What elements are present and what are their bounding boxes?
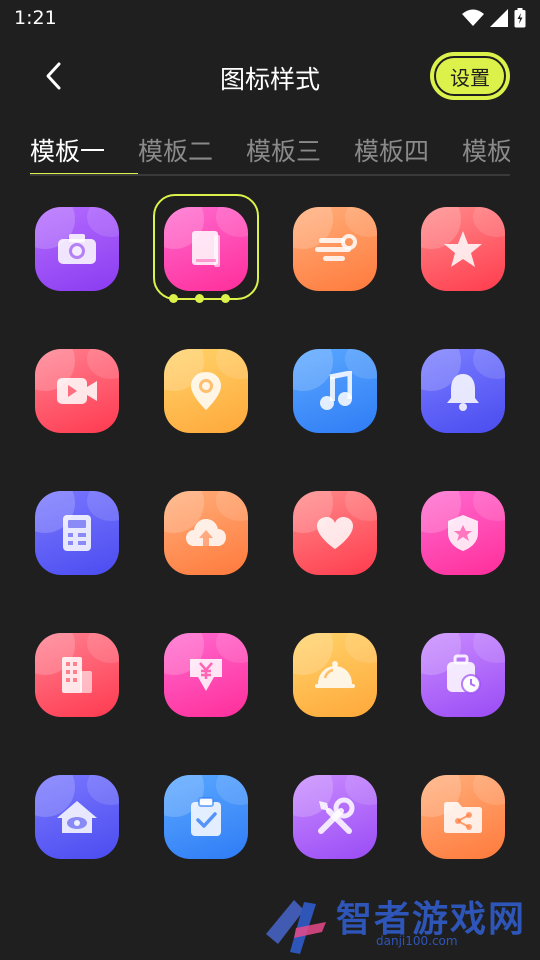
building-icon: [35, 633, 119, 717]
settings-button-label: 设置: [434, 56, 506, 96]
icon-option-calculator[interactable]: [35, 491, 119, 575]
status-icons: [462, 8, 526, 32]
watermark: 智者游戏网 danji100.com: [256, 890, 540, 960]
status-bar: 1:21: [0, 0, 540, 40]
yuan-download-icon: [164, 633, 248, 717]
icon-option-home-eye[interactable]: [35, 775, 119, 859]
selected-indicator-dots: [169, 294, 230, 303]
tab-template-4[interactable]: 模板四: [354, 132, 431, 168]
icon-option-heart[interactable]: [293, 491, 377, 575]
icon-tile: [164, 207, 248, 291]
selected-dot: [195, 294, 204, 303]
food-cloche-icon: [293, 633, 377, 717]
icon-option-music[interactable]: [293, 349, 377, 433]
watermark-logo-icon: [266, 900, 326, 954]
location-icon: [164, 349, 248, 433]
status-time: 1:21: [14, 7, 57, 29]
template-tabs: 模板一 模板二 模板三 模板四 模板五: [30, 124, 510, 176]
wind-icon: [293, 207, 377, 291]
icon-option-cloud-upload[interactable]: [164, 491, 248, 575]
icon-tile: [293, 775, 377, 859]
selected-dot: [221, 294, 230, 303]
icon-option-folder-share[interactable]: [421, 775, 505, 859]
tools-icon: [293, 775, 377, 859]
icon-tile: [293, 349, 377, 433]
camera-icon: [35, 207, 119, 291]
icon-tile: [293, 491, 377, 575]
icon-option-location[interactable]: [164, 349, 248, 433]
wifi-icon: [462, 9, 484, 31]
battery-icon: [514, 8, 526, 32]
music-icon: [293, 349, 377, 433]
app-bar: 图标样式 设置: [0, 46, 540, 108]
tab-template-2[interactable]: 模板二: [138, 132, 215, 168]
clipboard-check-icon: [164, 775, 248, 859]
icon-tile: [35, 349, 119, 433]
icon-option-tools[interactable]: [293, 775, 377, 859]
icon-option-video[interactable]: [35, 349, 119, 433]
tab-indicator: [30, 173, 138, 174]
shield-star-icon: [421, 491, 505, 575]
icon-option-star[interactable]: [421, 207, 505, 291]
icon-tile: [293, 207, 377, 291]
tab-template-1[interactable]: 模板一: [30, 132, 107, 168]
icon-tile: [35, 491, 119, 575]
icon-tile: [421, 349, 505, 433]
icon-option-building[interactable]: [35, 633, 119, 717]
icon-tile: [421, 775, 505, 859]
settings-button[interactable]: 设置: [430, 52, 510, 100]
calculator-icon: [35, 491, 119, 575]
luggage-clock-icon: [421, 633, 505, 717]
video-icon: [35, 349, 119, 433]
star-icon: [421, 207, 505, 291]
icon-tile: [421, 633, 505, 717]
icon-option-book[interactable]: [164, 207, 248, 291]
icon-option-luggage-clock[interactable]: [421, 633, 505, 717]
signal-icon: [490, 9, 508, 31]
icon-tile: [164, 349, 248, 433]
icon-tile: [164, 633, 248, 717]
bell-icon: [421, 349, 505, 433]
selected-dot: [169, 294, 178, 303]
heart-icon: [293, 491, 377, 575]
icon-tile: [35, 775, 119, 859]
cloud-upload-icon: [164, 491, 248, 575]
icon-option-camera[interactable]: [35, 207, 119, 291]
icon-tile: [421, 207, 505, 291]
icon-tile: [421, 491, 505, 575]
icon-option-bell[interactable]: [421, 349, 505, 433]
icon-option-clipboard-check[interactable]: [164, 775, 248, 859]
folder-share-icon: [421, 775, 505, 859]
icon-option-food-cloche[interactable]: [293, 633, 377, 717]
icon-option-yuan-download[interactable]: [164, 633, 248, 717]
icon-tile: [35, 633, 119, 717]
watermark-subtitle: danji100.com: [376, 934, 458, 948]
tab-template-5[interactable]: 模板五: [462, 132, 510, 168]
tab-template-3[interactable]: 模板三: [246, 132, 323, 168]
icon-tile: [164, 775, 248, 859]
icon-option-shield-star[interactable]: [421, 491, 505, 575]
home-eye-icon: [35, 775, 119, 859]
icon-option-wind[interactable]: [293, 207, 377, 291]
icon-tile: [164, 491, 248, 575]
icon-tile: [35, 207, 119, 291]
icon-tile: [293, 633, 377, 717]
book-icon: [164, 207, 248, 291]
